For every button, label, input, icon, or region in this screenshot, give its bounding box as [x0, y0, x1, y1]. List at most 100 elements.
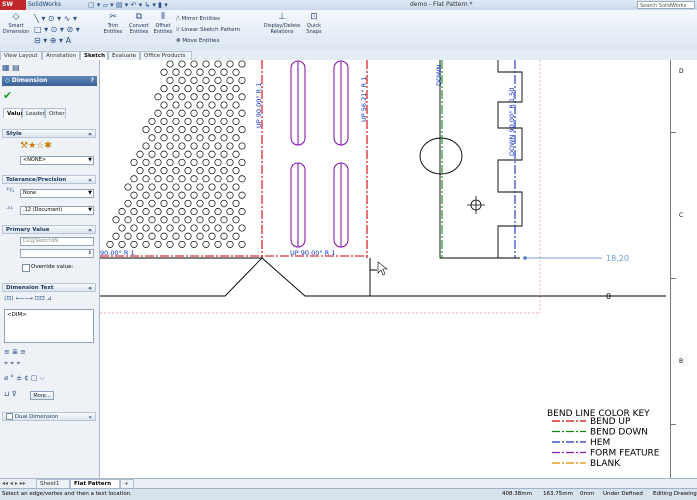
perforation-hole — [238, 142, 246, 150]
perforation-hole — [220, 68, 228, 76]
perforation-hole — [190, 208, 198, 216]
move-entities-button[interactable]: ✥ Move Entities — [176, 36, 240, 47]
sketch-entity-tools[interactable]: ╲ ▾ ⊙ ▾ ∿ ▾ □ ▾ ⊙ ▾ ⊘ ▾ ⊟ ▾ ⊕ ▾ A — [34, 13, 94, 46]
tab-office-products[interactable]: Office Products — [140, 51, 192, 60]
drawing-canvas[interactable]: UP 90.00° R 1 UP 56.21° R 1 DOWN DOWN 90… — [100, 60, 670, 488]
bend-note-up-left[interactable]: UP 90.00° R 1 — [255, 83, 263, 128]
relations-label: Display/Delete Relations — [263, 23, 301, 35]
zone-letter-b: B — [679, 358, 684, 365]
tab-view-layout[interactable]: View Layout — [0, 51, 42, 60]
tab-annotation[interactable]: Annotation — [42, 51, 80, 60]
perforation-hole — [154, 109, 162, 117]
ok-checkmark-icon[interactable]: ✔ — [3, 89, 12, 102]
perforation-hole — [172, 183, 180, 191]
perforation-hole — [232, 199, 240, 207]
perforation-hole — [202, 109, 210, 117]
bend-note-down-mid[interactable]: DOWN 90.00° R 1.50 — [508, 88, 516, 156]
linear-pattern-button[interactable]: ⁞⁞ Linear Sketch Pattern — [176, 25, 240, 36]
perforation-hole — [118, 240, 126, 248]
override-checkbox[interactable] — [22, 264, 30, 272]
perforation-hole — [202, 191, 210, 199]
spinner-icon[interactable]: ⇕ — [88, 250, 92, 257]
perforation-hole — [190, 224, 198, 232]
bend-note-up-right[interactable]: UP 56.21° R 1 — [360, 77, 368, 122]
perforation-hole — [190, 191, 198, 199]
subtab-other[interactable]: Other — [45, 108, 66, 118]
pattern-tools: ⧸⧹ Mirror Entities ⁞⁞ Linear Sketch Patt… — [176, 14, 240, 47]
perforation-hole — [232, 216, 240, 224]
perforation-hole — [214, 208, 222, 216]
dimension-value[interactable]: 18.20 — [606, 254, 629, 263]
style-favorites-buttons[interactable]: ⚒★☆✱ — [20, 141, 52, 151]
perforation-hole — [238, 191, 246, 199]
perforation-hole — [160, 167, 168, 175]
bend-notes[interactable]: UP 90.00° R 1 UP 56.21° R 1 DOWN DOWN 90… — [100, 64, 516, 257]
sheet-tab-flat-pattern[interactable]: Flat Pattern — [70, 479, 120, 488]
more-button[interactable]: More... — [30, 391, 54, 400]
perforation-hole — [208, 167, 216, 175]
sheet-nav-arrows[interactable]: ◂◂ ◂ ▸ ▸▸ — [2, 480, 26, 488]
smart-dimension-button[interactable]: ◇ Smart Dimension — [1, 12, 31, 35]
help-icon[interactable]: ? — [91, 76, 94, 86]
symbol-buttons[interactable]: ⌀ ° ± ¢ ▢ ⌵ — [4, 374, 45, 383]
perforation-hole — [178, 224, 186, 232]
dimension-text-section-label: Dimension Text — [6, 285, 54, 291]
tab-sketch[interactable]: Sketch — [80, 51, 108, 60]
quick-snaps-button[interactable]: ⊡ Quick Snaps — [304, 12, 324, 35]
precision-select[interactable]: .12 (Document) ▼ — [20, 206, 94, 215]
app-logo[interactable]: SW — [0, 0, 26, 10]
style-section-header[interactable]: Style « — [2, 129, 96, 138]
trim-entities-button[interactable]: ✂ Trim Entities — [100, 12, 126, 35]
subtab-value[interactable]: Value — [3, 108, 24, 118]
primary-value-section-header[interactable]: Primary Value « — [2, 225, 96, 234]
tolerance-section-header[interactable]: Tolerance/Precision « — [2, 175, 96, 184]
justification-buttons[interactable]: ≡ ≣ ≡ — [4, 348, 26, 356]
dimension-18-20[interactable]: 18.20 — [523, 254, 629, 263]
perforation-hole — [184, 68, 192, 76]
dual-dimension-checkbox[interactable] — [6, 413, 13, 420]
perforation-hole — [184, 134, 192, 142]
convert-entities-button[interactable]: ⧉ Convert Entities — [126, 12, 152, 35]
mirror-entities-button[interactable]: ⧸⧹ Mirror Entities — [176, 14, 240, 25]
bend-note-down-top[interactable]: DOWN — [435, 64, 443, 86]
dimension-text-box[interactable]: <DIM> — [4, 309, 94, 343]
perforation-hole — [220, 232, 228, 240]
leader-buttons[interactable]: ⌖ ⌖ ⌖ — [4, 359, 20, 368]
bend-note-up-bottom[interactable]: UP 90.00° R 1 — [290, 249, 335, 257]
perforation-hole — [118, 208, 126, 216]
text-position-buttons[interactable]: ⟨⊡⟩ ⟵⟶ ⊡⊡ ⊿ — [4, 295, 52, 302]
sheet-tab-sheet1[interactable]: Sheet1 — [36, 479, 70, 488]
style-select[interactable]: <NONE> ▼ — [20, 156, 94, 165]
perforation-hole — [220, 150, 228, 158]
perforation-hole — [142, 175, 150, 183]
drawing-svg[interactable]: UP 90.00° R 1 UP 56.21° R 1 DOWN DOWN 90… — [100, 60, 670, 478]
perforation-hole — [124, 216, 132, 224]
tolerance-select[interactable]: None ▼ — [20, 189, 94, 198]
tab-evaluate[interactable]: Evaluate — [108, 51, 140, 60]
quick-access-toolbar[interactable]: ▢ ▾ ▱ ▾ ▤ ▾ ↶ ▾ ↳ ▾ ▮ ▾ — [88, 0, 168, 10]
display-delete-relations-button[interactable]: ⊥ Display/Delete Relations — [262, 12, 302, 35]
panel-tabs[interactable]: ▦ ▤ — [2, 62, 96, 73]
perforation-hole — [232, 85, 240, 93]
subtab-leaders[interactable]: Leaders — [22, 108, 48, 118]
perforation-hole — [202, 76, 210, 84]
perforation-hole — [220, 134, 228, 142]
zero-label: 0 — [606, 292, 611, 301]
perforation-hole — [220, 216, 228, 224]
zone-divider — [671, 132, 676, 133]
search-box[interactable]: Search SolidWorks — [637, 1, 695, 9]
perforation-hole — [214, 93, 222, 101]
perforation-hole — [226, 240, 234, 248]
bend-note-left-bottom[interactable]: 90.00° R 1 — [100, 249, 135, 257]
dimension-text-section-header[interactable]: Dimension Text « — [2, 283, 96, 292]
precision-select-value: .12 (Document) — [23, 207, 63, 213]
dual-dimension-row[interactable]: Dual Dimension « — [2, 412, 96, 421]
offset-entities-button[interactable]: ⫴ Offset Entities — [152, 12, 174, 35]
primary-value-name-field[interactable]: D2@Sketch99 — [20, 237, 94, 246]
symbol-library-buttons[interactable]: ⊔ ⊽ — [4, 390, 17, 398]
perforation-hole — [208, 199, 216, 207]
document-title: demo - Flat Pattern * — [410, 1, 473, 8]
baseline-zero-dimension[interactable]: 0 — [530, 292, 611, 301]
primary-value-field[interactable]: ⇕ — [20, 249, 94, 258]
add-sheet-button[interactable]: + — [120, 479, 134, 488]
